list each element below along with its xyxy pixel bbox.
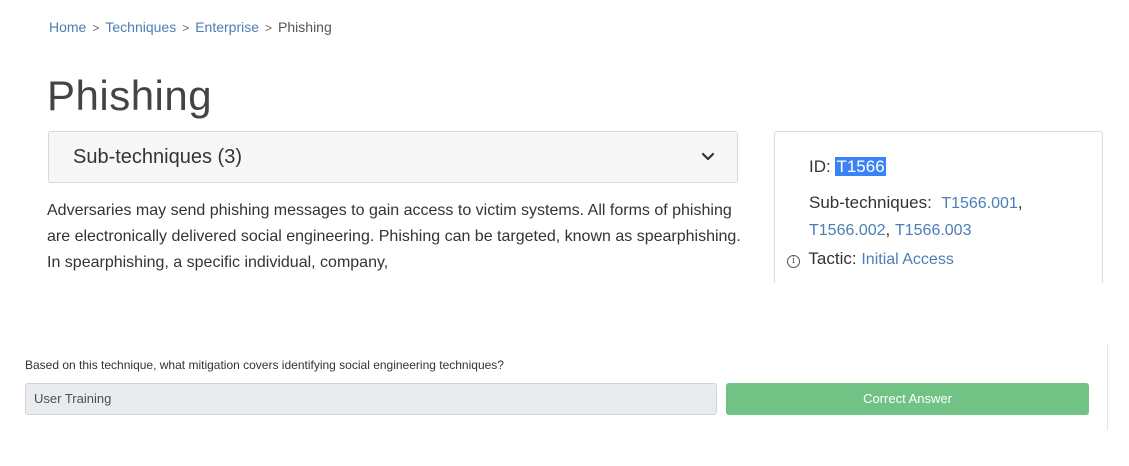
tactic-row: i Tactic: Initial Access	[787, 249, 954, 269]
subtechniques-toggle[interactable]: Sub-techniques (3)	[48, 131, 738, 183]
technique-info-card: ID: T1566 Sub-techniques: T1566.001, T15…	[774, 131, 1103, 283]
chevron-down-icon[interactable]	[701, 150, 715, 164]
tactic-link[interactable]: Initial Access	[861, 251, 953, 268]
correct-answer-button[interactable]: Correct Answer	[726, 383, 1089, 415]
subtechnique-link[interactable]: T1566.001	[941, 195, 1018, 212]
tactic-label: Tactic:	[808, 249, 857, 268]
technique-id: ID: T1566	[809, 157, 886, 177]
answer-field[interactable]: User Training	[25, 383, 717, 415]
breadcrumb-home[interactable]: Home	[49, 19, 86, 35]
breadcrumb: Home > Techniques > Enterprise > Phishing	[49, 19, 332, 35]
subtechniques-list: Sub-techniques: T1566.001, T1566.002, T1…	[809, 193, 1023, 239]
id-label: ID:	[809, 157, 831, 176]
subtechnique-link[interactable]: T1566.002	[809, 222, 886, 239]
breadcrumb-separator: >	[92, 21, 100, 35]
breadcrumb-techniques[interactable]: Techniques	[105, 19, 176, 35]
subtechnique-link[interactable]: T1566.003	[895, 222, 972, 239]
subtechniques-label: Sub-techniques (3)	[73, 146, 242, 168]
info-icon[interactable]: i	[787, 255, 800, 268]
quiz-question: Based on this technique, what mitigation…	[25, 358, 504, 372]
subtechniques-label: Sub-techniques:	[809, 193, 932, 212]
page-title: Phishing	[47, 72, 213, 119]
breadcrumb-separator: >	[182, 21, 190, 35]
id-value: T1566	[835, 157, 886, 176]
breadcrumb-enterprise[interactable]: Enterprise	[195, 19, 259, 35]
vertical-divider	[1107, 345, 1108, 430]
breadcrumb-separator: >	[265, 21, 273, 35]
technique-description: Adversaries may send phishing messages t…	[47, 202, 741, 271]
breadcrumb-current: Phishing	[278, 19, 332, 35]
